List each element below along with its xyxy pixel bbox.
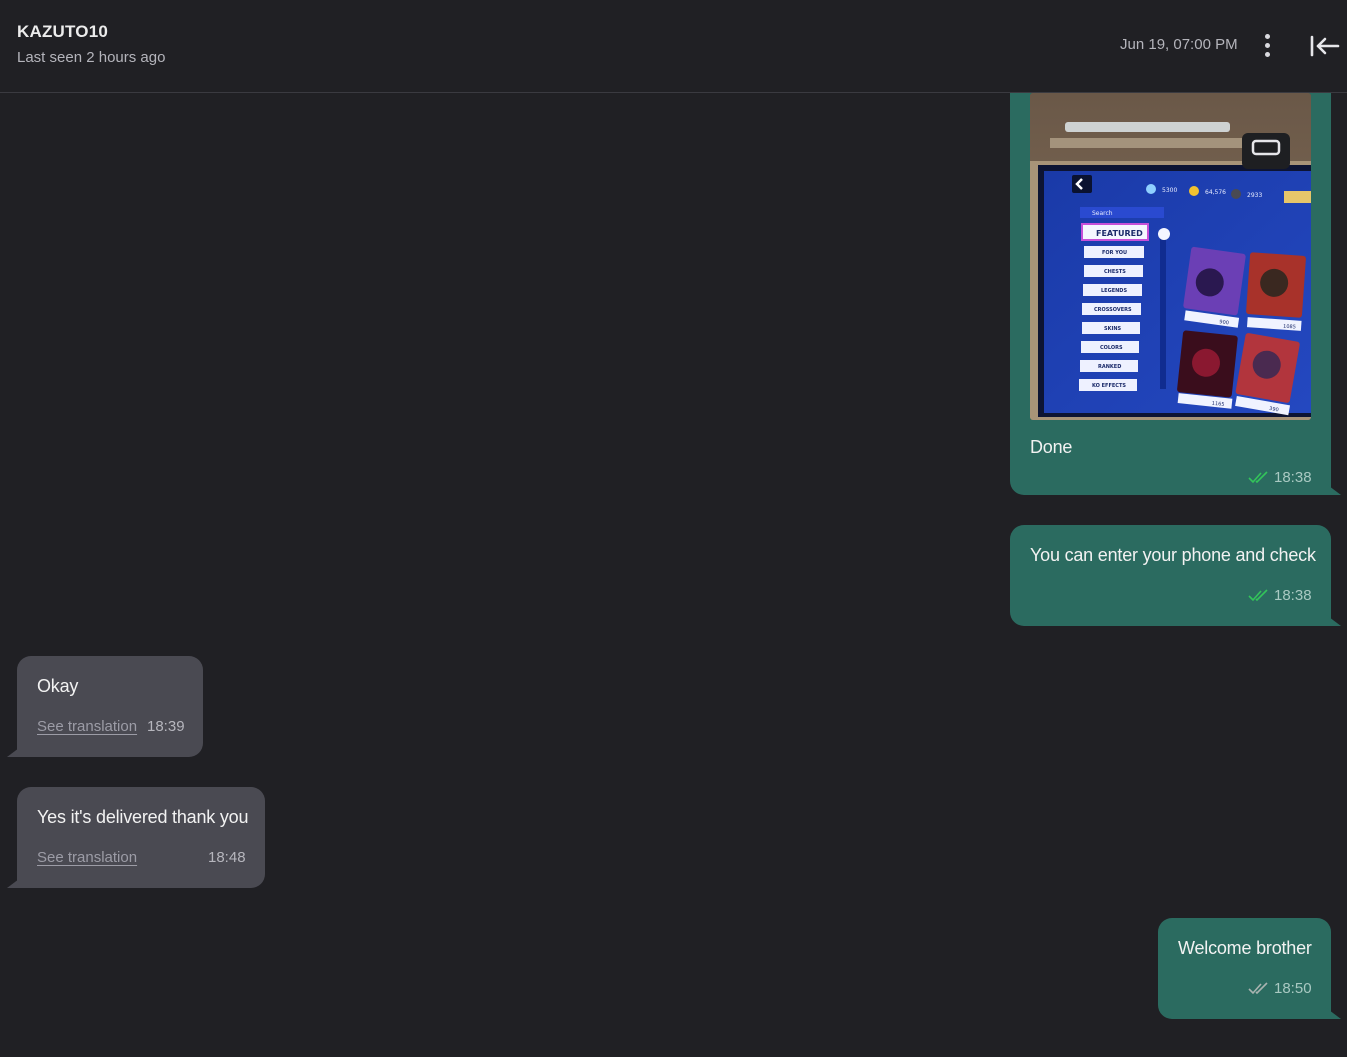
message-time: 18:48 — [208, 849, 246, 866]
message-outgoing[interactable]: Welcome brother 18:50 — [1158, 918, 1331, 1019]
price-2: 1085 — [1283, 324, 1296, 331]
image-menu-2: FOR YOU — [1102, 250, 1127, 256]
read-receipt-icon — [1248, 589, 1268, 602]
message-text: Yes it's delivered thank you — [37, 807, 249, 827]
image-menu-6: SKINS — [1104, 326, 1122, 332]
arrow-left-to-line-icon[interactable] — [1308, 33, 1340, 59]
message-outgoing[interactable]: You can enter your phone and check 18:38 — [1010, 525, 1331, 626]
chat-header: KAZUTO10 Last seen 2 hours ago Jun 19, 0… — [0, 0, 1347, 93]
message-list[interactable]: 5300 64,576 2933 Search FEATURED FOR YOU… — [0, 93, 1347, 1057]
currency-1: 5300 — [1162, 187, 1177, 194]
header-date: Jun 19, 07:00 PM — [1120, 36, 1238, 53]
message-time: 18:39 — [147, 718, 185, 735]
message-text: Okay — [37, 676, 79, 696]
message-text: You can enter your phone and check — [1030, 545, 1316, 565]
image-menu-7: COLORS — [1100, 345, 1123, 351]
image-caption: Done — [1030, 437, 1073, 457]
image-menu-5: CROSSOVERS — [1094, 307, 1132, 313]
delivered-receipt-icon — [1248, 982, 1268, 995]
currency-3: 2933 — [1247, 192, 1262, 199]
message-image-outgoing[interactable]: 5300 64,576 2933 Search FEATURED FOR YOU… — [1010, 93, 1331, 495]
see-translation-link[interactable]: See translation — [37, 718, 137, 735]
message-time: 18:38 — [1274, 587, 1312, 604]
message-time: 18:50 — [1274, 980, 1312, 997]
image-menu-9: KO EFFECTS — [1092, 383, 1126, 389]
currency-2: 64,576 — [1205, 189, 1226, 196]
contact-name[interactable]: KAZUTO10 — [17, 22, 108, 42]
image-menu-3: CHESTS — [1104, 269, 1126, 275]
expand-image-icon[interactable] — [1242, 133, 1290, 169]
image-search-label: Search — [1092, 210, 1113, 217]
image-menu-8: RANKED — [1098, 364, 1121, 370]
message-text: Welcome brother — [1178, 938, 1312, 958]
message-incoming[interactable]: Okay See translation 18:39 — [17, 656, 203, 757]
read-receipt-icon — [1248, 471, 1268, 484]
more-vertical-icon[interactable] — [1254, 32, 1280, 58]
message-time: 18:38 — [1274, 469, 1312, 486]
see-translation-link[interactable]: See translation — [37, 849, 137, 866]
image-menu-4: LEGENDS — [1101, 288, 1127, 294]
message-incoming[interactable]: Yes it's delivered thank you See transla… — [17, 787, 265, 888]
last-seen-status: Last seen 2 hours ago — [17, 49, 166, 66]
image-menu-1: FEATURED — [1096, 229, 1143, 238]
